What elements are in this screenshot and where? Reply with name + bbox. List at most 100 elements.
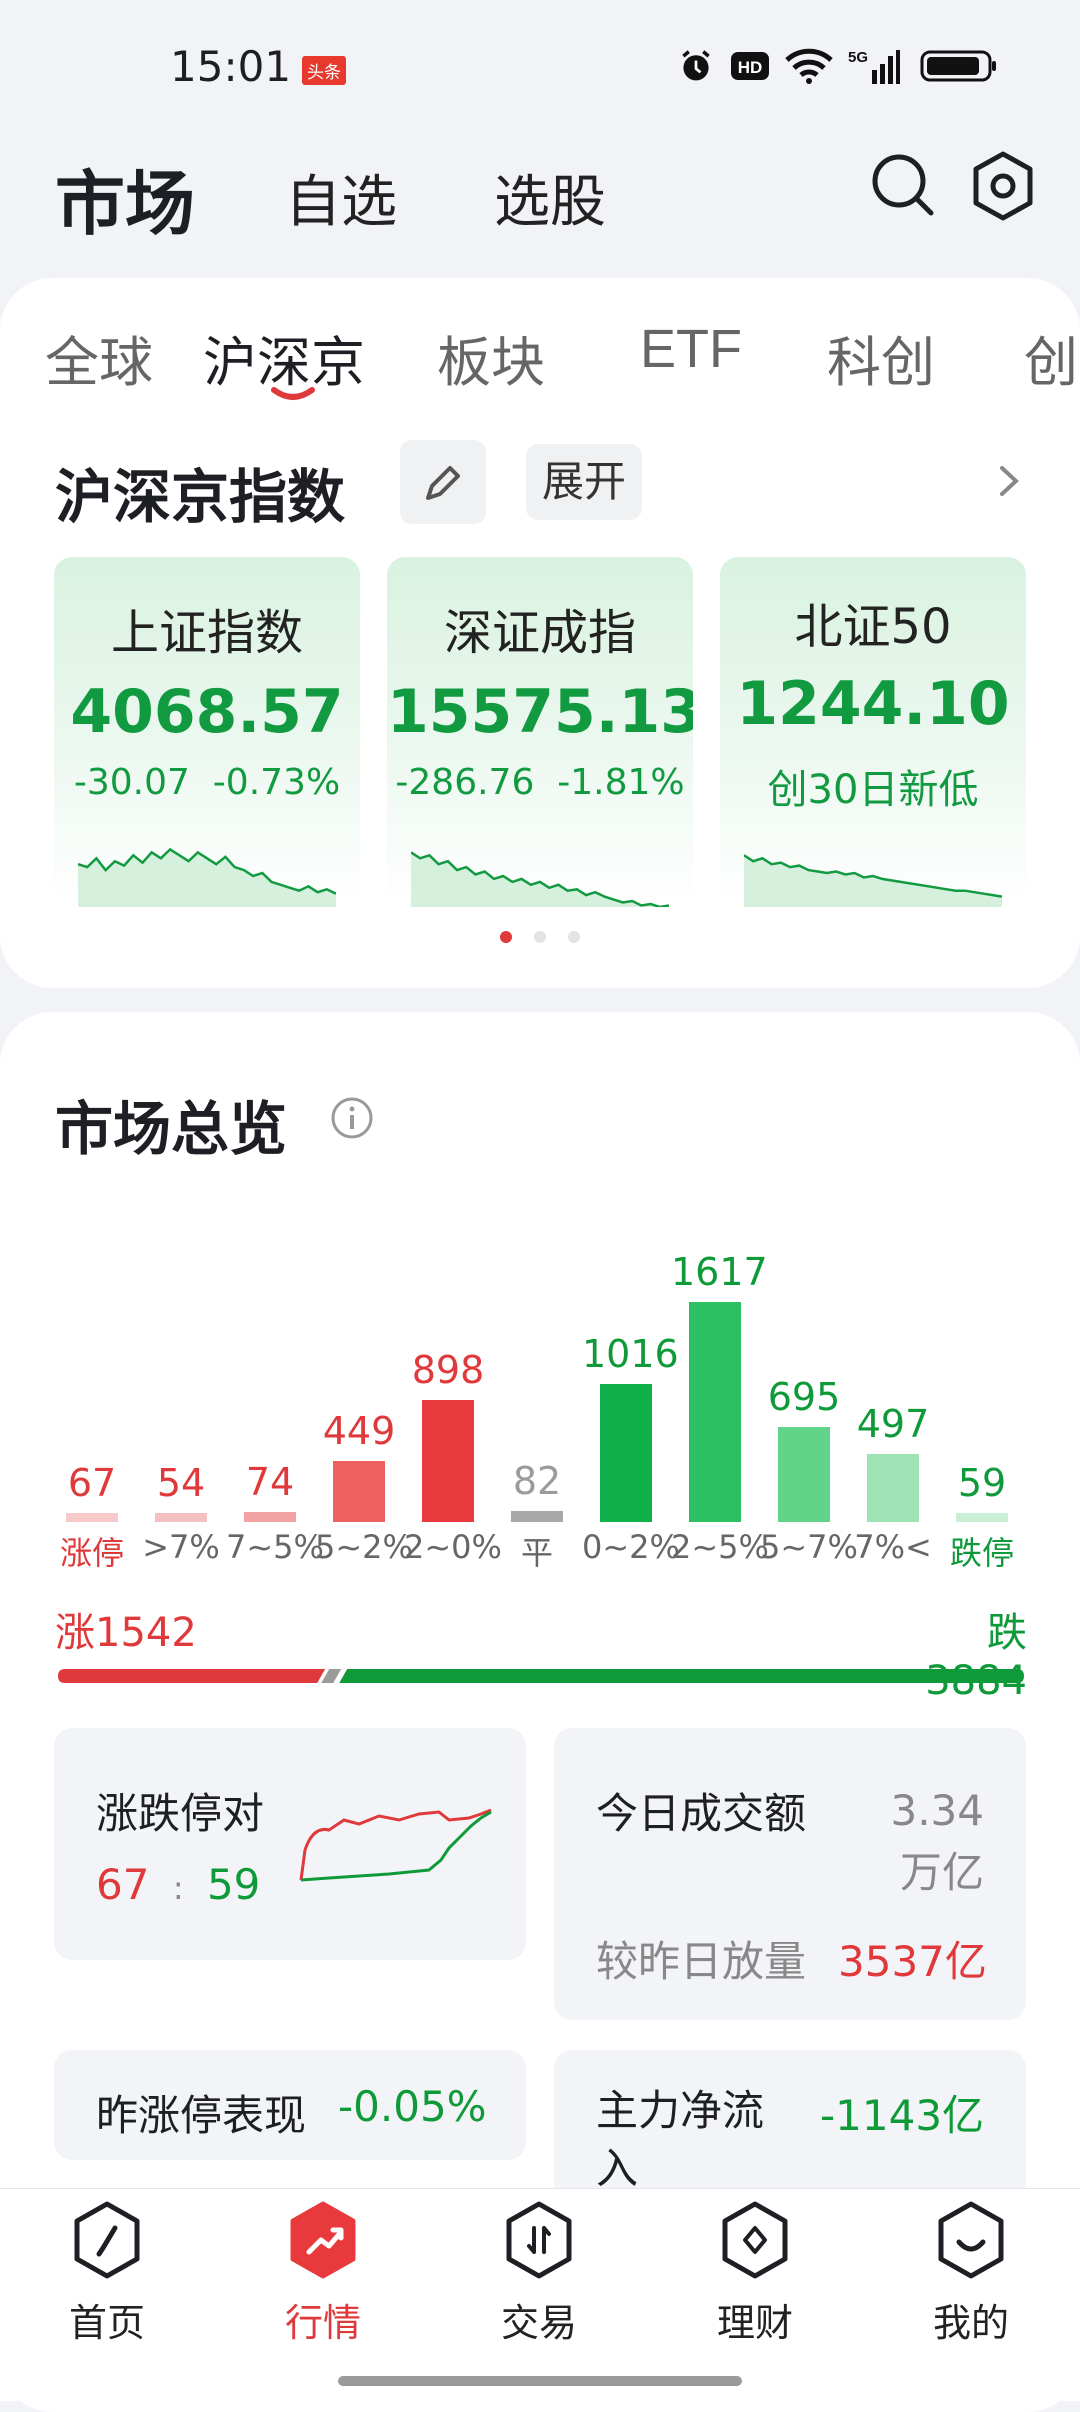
nav-label: 行情 [284, 2301, 361, 2345]
distribution-count: 74 [245, 1459, 295, 1504]
nav-market[interactable]: 行情 [248, 2192, 398, 2345]
index-name: 北证50 [794, 599, 952, 655]
distribution-count: 67 [67, 1460, 117, 1505]
nav-trade[interactable]: 交易 [464, 2192, 614, 2345]
edit-button[interactable] [400, 440, 486, 524]
rise-fall-ratio-bar [58, 1669, 1025, 1683]
distribution-count: 1016 [582, 1331, 679, 1376]
sparkline-area [411, 852, 669, 907]
distribution-count: 449 [322, 1408, 396, 1453]
fall-segment [339, 1669, 1025, 1683]
fall-total: 跌3884 [925, 1610, 1027, 1704]
page-dot [568, 931, 580, 943]
wifi-icon [785, 48, 833, 84]
turnover-card[interactable]: 今日成交额 3.34万亿 较昨日放量 3537亿 [554, 1728, 1026, 2020]
distribution-bar [155, 1513, 207, 1522]
index-value: 1244.10 [736, 669, 1010, 739]
expand-button[interactable]: 展开 [526, 444, 642, 520]
turnover-value: 3.34万亿 [890, 1786, 984, 1897]
news-badge: 头条 [302, 56, 346, 85]
5g-signal-icon: 5G [848, 49, 900, 84]
index-change-points: -286.76 [395, 762, 535, 803]
pencil-icon [426, 466, 460, 500]
index-card-shenzhen[interactable]: 深证成指 15575.13 -286.76 -1.81% [387, 557, 693, 907]
home-indicator[interactable] [338, 2376, 742, 2386]
svg-text:5G: 5G [848, 49, 868, 66]
nav-label: 交易 [500, 2301, 577, 2345]
index-value: 15575.13 [387, 677, 693, 747]
limit-pair-card[interactable]: 涨跌停对 67 : 59 [54, 1728, 526, 1960]
tab-star-market[interactable]: 科创 [827, 318, 935, 397]
limit-trend-chart [299, 1808, 492, 1882]
distribution-count: 59 [957, 1461, 1007, 1505]
distribution-count: 54 [156, 1461, 206, 1505]
battery-icon [920, 50, 996, 82]
profile-icon [938, 2201, 1004, 2279]
nav-label: 我的 [932, 2301, 1009, 2345]
hd-icon: HD [731, 52, 769, 80]
distribution-count: 1617 [671, 1250, 768, 1294]
index-change-percent: -1.81% [557, 762, 685, 803]
market-trend-icon [290, 2201, 356, 2279]
limit-pair-values: 67 : 59 [96, 1860, 260, 1909]
flat-segment [321, 1669, 342, 1683]
distribution-bar [333, 1460, 385, 1522]
distribution-bar [600, 1383, 652, 1522]
info-icon[interactable] [330, 1096, 374, 1140]
distribution-bar [422, 1399, 474, 1522]
tab-global[interactable]: 全球 [45, 318, 153, 397]
yesterday-limit-card[interactable]: 昨涨停表现 -0.05% [54, 2050, 526, 2160]
search-icon[interactable] [870, 152, 936, 218]
index-change-percent: -0.73% [212, 762, 341, 803]
limit-up-count: 67 [96, 1860, 150, 1909]
distribution-bar [956, 1513, 1008, 1522]
main-flow-card[interactable]: 主力净流入 -1143亿 [554, 2050, 1026, 2210]
tab-sector[interactable]: 板块 [437, 318, 545, 397]
distribution-label: 跌停 [949, 1534, 1014, 1572]
distribution-label: 2~0% [404, 1528, 502, 1566]
distribution-label: 平 [520, 1534, 553, 1572]
distribution-chart: 67 涨停 54 >7% 74 7~5% 449 5~2% 898 2~0% 82 平 1016 0~2%… [0, 1230, 1080, 1590]
index-sparkline [411, 851, 669, 907]
distribution-bar [867, 1454, 919, 1522]
index-section-title: 沪深京指数 [55, 463, 346, 531]
distribution-label: >7% [142, 1528, 220, 1566]
tab-etf[interactable]: ETF [640, 318, 742, 380]
tab-stock-picker[interactable]: 选股 [494, 157, 606, 238]
rise-segment [58, 1669, 326, 1683]
active-tab-indicator [271, 387, 315, 400]
nav-label: 理财 [716, 2301, 793, 2345]
chevron-right-icon[interactable] [994, 456, 1024, 506]
index-name: 深证成指 [443, 605, 636, 661]
tab-watchlist[interactable]: 自选 [285, 157, 397, 238]
limit-pair-separator: : [172, 1869, 184, 1907]
turnover-title: 今日成交额 [596, 1789, 807, 1838]
yesterday-limit-title: 昨涨停表现 [96, 2091, 307, 2140]
index-change: -286.76 -1.81% [387, 762, 693, 803]
index-card-shanghai[interactable]: 上证指数 4068.57 -30.07 -0.73% [54, 557, 360, 907]
limit-pair-title: 涨跌停对 [96, 1789, 265, 1838]
nav-profile[interactable]: 我的 [896, 2192, 1046, 2345]
distribution-bar [66, 1512, 118, 1522]
distribution-label: 5~7% [760, 1528, 858, 1566]
index-card-bse50[interactable]: 北证50 1244.10 创30日新低 [720, 557, 1026, 907]
nav-home[interactable]: 首页 [32, 2192, 182, 2345]
alarm-icon [682, 50, 710, 81]
overview-title: 市场总览 [55, 1095, 288, 1163]
nav-wealth[interactable]: 理财 [680, 2192, 830, 2345]
index-note: 创30日新低 [767, 767, 979, 813]
turnover-compare-value: 3537亿 [838, 1937, 987, 1986]
tab-chinext[interactable]: 创 [1024, 318, 1078, 397]
distribution-label: 7~5% [226, 1528, 324, 1566]
yesterday-limit-value: -0.05% [338, 2082, 487, 2131]
distribution-label: 7%< [854, 1528, 932, 1566]
svg-text:HD: HD [738, 58, 763, 77]
compass-icon [74, 2201, 140, 2279]
index-sparkline [744, 854, 1002, 907]
index-change-points: -30.07 [73, 762, 190, 803]
distribution-count: 497 [856, 1402, 930, 1447]
settings-icon[interactable] [970, 150, 1036, 222]
distribution-bar [689, 1302, 741, 1522]
status-bar: 15:01 头条 HD 5G [0, 0, 1080, 130]
main-flow-title: 主力净流入 [596, 2086, 765, 2193]
